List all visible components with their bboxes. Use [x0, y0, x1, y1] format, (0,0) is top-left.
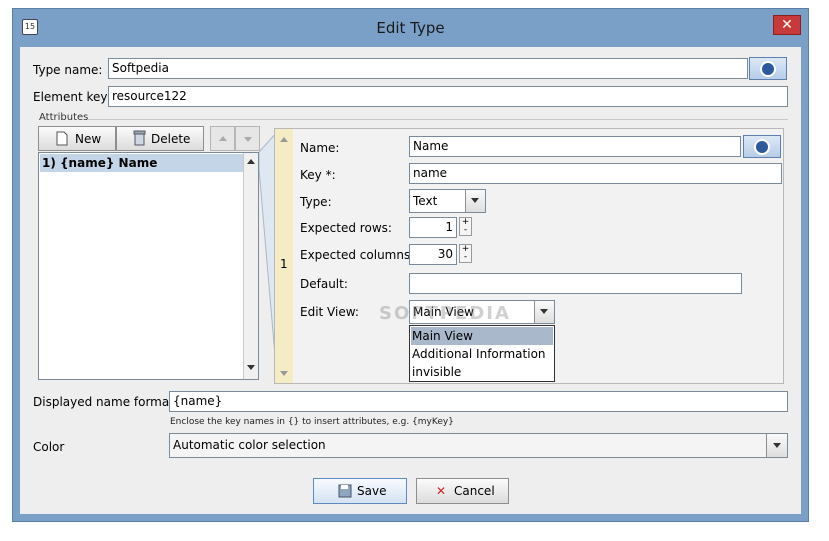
key-field[interactable]: name: [409, 163, 782, 184]
chevron-down-icon: [773, 443, 781, 448]
scroll-down-arrow-icon[interactable]: [247, 365, 255, 370]
edit-type-window: 15 Edit Type ✕ Type name: Softpedia Elem…: [12, 8, 809, 522]
new-button-label: New: [75, 132, 102, 146]
edit-view-dropdown-list[interactable]: Main View Additional Information invisib…: [409, 325, 555, 382]
dropdown-option-additional-information[interactable]: Additional Information: [411, 345, 553, 363]
attributes-scrollbar[interactable]: [243, 153, 258, 379]
displayed-name-format-field[interactable]: {name}: [169, 391, 788, 412]
element-key-field[interactable]: resource122: [108, 86, 788, 107]
chevron-down-icon: [471, 198, 479, 203]
attribute-detail-panel: 1 Name: Name Key *: name Type: Text Expe…: [274, 128, 784, 384]
edit-view-label: Edit View:: [300, 305, 359, 319]
color-dropdown-button[interactable]: [766, 434, 787, 457]
dialog-body: Type name: Softpedia Element key: resour…: [20, 47, 801, 514]
type-name-translate-button[interactable]: [749, 57, 787, 80]
cancel-button[interactable]: ✕ Cancel: [416, 478, 509, 504]
color-select[interactable]: Automatic color selection: [169, 433, 788, 458]
delete-button-label: Delete: [151, 132, 191, 146]
scroll-up-arrow-icon[interactable]: [247, 159, 255, 164]
attributes-group-divider: [88, 119, 788, 120]
expected-columns-stepper[interactable]: + -: [459, 244, 472, 263]
close-icon: ✕: [781, 17, 793, 33]
type-name-field[interactable]: Softpedia: [108, 58, 748, 79]
displayed-name-format-label: Displayed name format:: [33, 395, 178, 409]
title-bar[interactable]: 15 Edit Type ✕: [13, 9, 808, 47]
attribute-item-label: 1) {name} Name: [42, 156, 158, 170]
stepper-down[interactable]: -: [460, 253, 471, 262]
save-button-label: Save: [357, 484, 387, 498]
expected-rows-label: Expected rows:: [300, 221, 392, 235]
panel-up-arrow-icon[interactable]: [280, 137, 288, 142]
expected-columns-field[interactable]: 30: [409, 244, 457, 265]
type-name-label: Type name:: [33, 63, 103, 77]
panel-down-arrow-icon[interactable]: [280, 371, 288, 376]
delete-attribute-button[interactable]: Delete: [116, 126, 204, 151]
new-attribute-button[interactable]: New: [38, 126, 116, 151]
color-select-value: Automatic color selection: [173, 438, 326, 452]
default-label: Default:: [300, 277, 348, 291]
element-key-label: Element key:: [33, 90, 111, 104]
name-label: Name:: [300, 141, 340, 155]
name-translate-button[interactable]: [743, 135, 781, 158]
attributes-group-label: Attributes: [39, 112, 89, 123]
save-disk-icon: [338, 484, 352, 498]
move-up-button[interactable]: [210, 126, 235, 151]
stepper-down[interactable]: -: [460, 226, 471, 235]
close-button[interactable]: ✕: [773, 15, 801, 35]
detail-index-number: 1: [280, 257, 288, 271]
displayed-name-format-hint: Enclose the key names in {} to insert at…: [170, 417, 454, 427]
watermark: SOFTPEDIA: [379, 303, 511, 324]
list-item[interactable]: 1) {name} Name: [40, 154, 243, 172]
dropdown-option-invisible[interactable]: invisible: [411, 363, 553, 381]
new-document-icon: [56, 131, 68, 146]
arrow-down-icon: [244, 137, 252, 142]
type-select-value: Text: [413, 194, 438, 208]
chevron-down-icon: [540, 309, 548, 314]
type-select[interactable]: Text: [409, 189, 486, 213]
globe-icon: [754, 139, 770, 155]
attributes-list[interactable]: 1) {name} Name: [38, 152, 259, 380]
arrow-up-icon: [219, 136, 227, 141]
window-title: Edit Type: [376, 19, 445, 37]
cancel-button-label: Cancel: [454, 484, 495, 498]
edit-view-dropdown-button[interactable]: [534, 301, 554, 323]
expected-rows-field[interactable]: 1: [409, 217, 457, 238]
cancel-x-icon: ✕: [436, 484, 447, 498]
color-label: Color: [33, 440, 65, 454]
expected-columns-label: Expected columns:: [300, 248, 415, 262]
globe-icon: [760, 61, 776, 77]
detail-index-strip: 1: [275, 129, 293, 383]
name-field[interactable]: Name: [409, 136, 741, 157]
trash-icon: [133, 130, 146, 146]
key-label: Key *:: [300, 168, 336, 182]
dropdown-option-main-view[interactable]: Main View: [411, 327, 553, 345]
move-down-button[interactable]: [235, 126, 260, 151]
expected-rows-stepper[interactable]: + -: [459, 217, 472, 236]
type-dropdown-button[interactable]: [465, 190, 485, 212]
type-label: Type:: [300, 195, 332, 209]
save-button[interactable]: Save: [313, 478, 407, 504]
default-field[interactable]: [409, 273, 742, 294]
